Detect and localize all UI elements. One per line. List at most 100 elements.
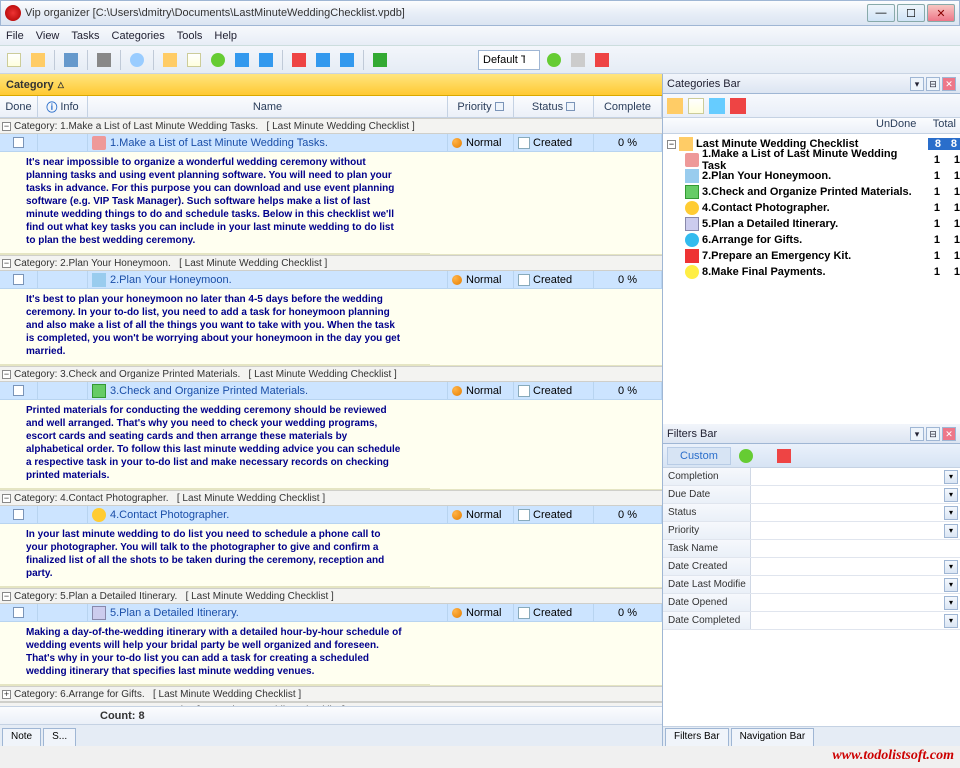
dropdown-icon[interactable]: ▾ [944,560,958,574]
tab-navigation[interactable]: Navigation Bar [731,728,815,746]
panel-close-button[interactable]: ✕ [942,427,956,441]
open-button[interactable] [28,50,48,70]
expand-icon[interactable]: − [2,370,11,379]
task-row[interactable]: 1.Make a List of Last Minute Wedding Tas… [0,134,662,152]
checkbox[interactable] [13,385,24,396]
tool-button[interactable] [160,50,180,70]
category-row[interactable]: − Category: 4.Contact Photographer. [ La… [0,490,662,506]
filter-row[interactable]: Completion▾ [663,468,960,486]
tool-button[interactable] [256,50,276,70]
filter-row[interactable]: Date Last Modifie▾ [663,576,960,594]
menu-categories[interactable]: Categories [112,30,165,42]
dropdown-icon[interactable] [495,102,504,111]
tree-item[interactable]: 1.Make a List of Last Minute Wedding Tas… [663,152,960,168]
dropdown-icon[interactable]: ▾ [944,470,958,484]
filter-row[interactable]: Due Date▾ [663,486,960,504]
filter-row[interactable]: Date Created▾ [663,558,960,576]
delete-icon[interactable] [730,98,746,114]
category-row[interactable]: − Category: 1.Make a List of Last Minute… [0,118,662,134]
menu-help[interactable]: Help [214,30,237,42]
clear-icon[interactable] [758,449,772,463]
dropdown-icon[interactable]: ▾ [944,524,958,538]
col-name[interactable]: Name [88,96,448,117]
tool-button[interactable] [370,50,390,70]
expand-icon[interactable]: − [2,494,11,503]
tree-item[interactable]: 4.Contact Photographer.11 [663,200,960,216]
filter-row[interactable]: Date Opened▾ [663,594,960,612]
save-button[interactable] [61,50,81,70]
expand-icon[interactable]: − [2,259,11,268]
tool-button[interactable] [337,50,357,70]
search-button[interactable] [127,50,147,70]
grid-body[interactable]: − Category: 1.Make a List of Last Minute… [0,118,662,706]
new-button[interactable] [4,50,24,70]
tab-s[interactable]: S... [43,728,76,746]
menu-tasks[interactable]: Tasks [71,30,99,42]
tree-item[interactable]: 5.Plan a Detailed Itinerary.11 [663,216,960,232]
expand-icon[interactable]: + [2,690,11,699]
tool-button[interactable] [544,50,564,70]
category-header[interactable]: Category △ [0,74,662,96]
category-row[interactable]: + Category: 6.Arrange for Gifts. [ Last … [0,686,662,702]
expand-icon[interactable]: − [2,122,11,131]
category-row[interactable]: − Category: 2.Plan Your Honeymoon. [ Las… [0,255,662,271]
menu-tools[interactable]: Tools [177,30,203,42]
delete-button[interactable] [592,50,612,70]
col-done[interactable]: Done [0,96,38,117]
checkbox[interactable] [13,607,24,618]
tool-button[interactable] [313,50,333,70]
col-status[interactable]: Status [514,96,594,117]
checkbox[interactable] [13,137,24,148]
category-row[interactable]: − Category: 3.Check and Organize Printed… [0,366,662,382]
category-row[interactable]: − Category: 5.Plan a Detailed Itinerary.… [0,588,662,604]
filter-row[interactable]: Status▾ [663,504,960,522]
tree-item[interactable]: 3.Check and Organize Printed Materials.1… [663,184,960,200]
col-info[interactable]: ⓘInfo [38,96,88,117]
custom-filter-button[interactable]: Custom [667,447,731,465]
dropdown-icon[interactable]: ▾ [944,578,958,592]
expand-icon[interactable]: − [2,592,11,601]
task-row[interactable]: 4.Contact Photographer.NormalCreated0 % [0,506,662,524]
apply-icon[interactable] [739,449,753,463]
menu-view[interactable]: View [36,30,60,42]
new-cat-icon[interactable] [688,98,704,114]
menu-file[interactable]: File [6,30,24,42]
folder-icon[interactable] [667,98,683,114]
checkbox[interactable] [13,509,24,520]
panel-menu-button[interactable]: ▾ [910,427,924,441]
dropdown-icon[interactable]: ▾ [944,488,958,502]
panel-close-button[interactable]: ✕ [942,77,956,91]
minimize-button[interactable]: — [867,4,895,22]
close-button[interactable]: ✕ [927,4,955,22]
filter-row[interactable]: Priority▾ [663,522,960,540]
maximize-button[interactable]: ☐ [897,4,925,22]
tab-note[interactable]: Note [2,728,41,746]
task-row[interactable]: 2.Plan Your Honeymoon.NormalCreated0 % [0,271,662,289]
collapse-icon[interactable]: − [667,140,676,149]
delete-filter-icon[interactable] [777,449,791,463]
tool-button[interactable] [289,50,309,70]
panel-menu-button[interactable]: ▾ [910,77,924,91]
filter-row[interactable]: Task Name [663,540,960,558]
tool-button[interactable] [232,50,252,70]
task-row[interactable]: 5.Plan a Detailed Itinerary.NormalCreate… [0,604,662,622]
edit-icon[interactable] [709,98,725,114]
tree-item[interactable]: 7.Prepare an Emergency Kit.11 [663,248,960,264]
tool-button[interactable] [208,50,228,70]
tree-item[interactable]: 6.Arrange for Gifts.11 [663,232,960,248]
dropdown-icon[interactable]: ▾ [944,506,958,520]
panel-pin-button[interactable]: ⊟ [926,77,940,91]
categories-tree[interactable]: −Last Minute Wedding Checklist881.Make a… [663,134,960,424]
dropdown-icon[interactable]: ▾ [944,596,958,610]
col-priority[interactable]: Priority [448,96,514,117]
col-complete[interactable]: Complete [594,96,662,117]
tab-filters[interactable]: Filters Bar [665,728,729,746]
tree-item[interactable]: 2.Plan Your Honeymoon.11 [663,168,960,184]
dropdown-icon[interactable]: ▾ [944,614,958,628]
panel-pin-button[interactable]: ⊟ [926,427,940,441]
tool-button[interactable] [184,50,204,70]
tool-button[interactable] [568,50,588,70]
filter-row[interactable]: Date Completed▾ [663,612,960,630]
dropdown-icon[interactable] [566,102,575,111]
tree-item[interactable]: 8.Make Final Payments.11 [663,264,960,280]
